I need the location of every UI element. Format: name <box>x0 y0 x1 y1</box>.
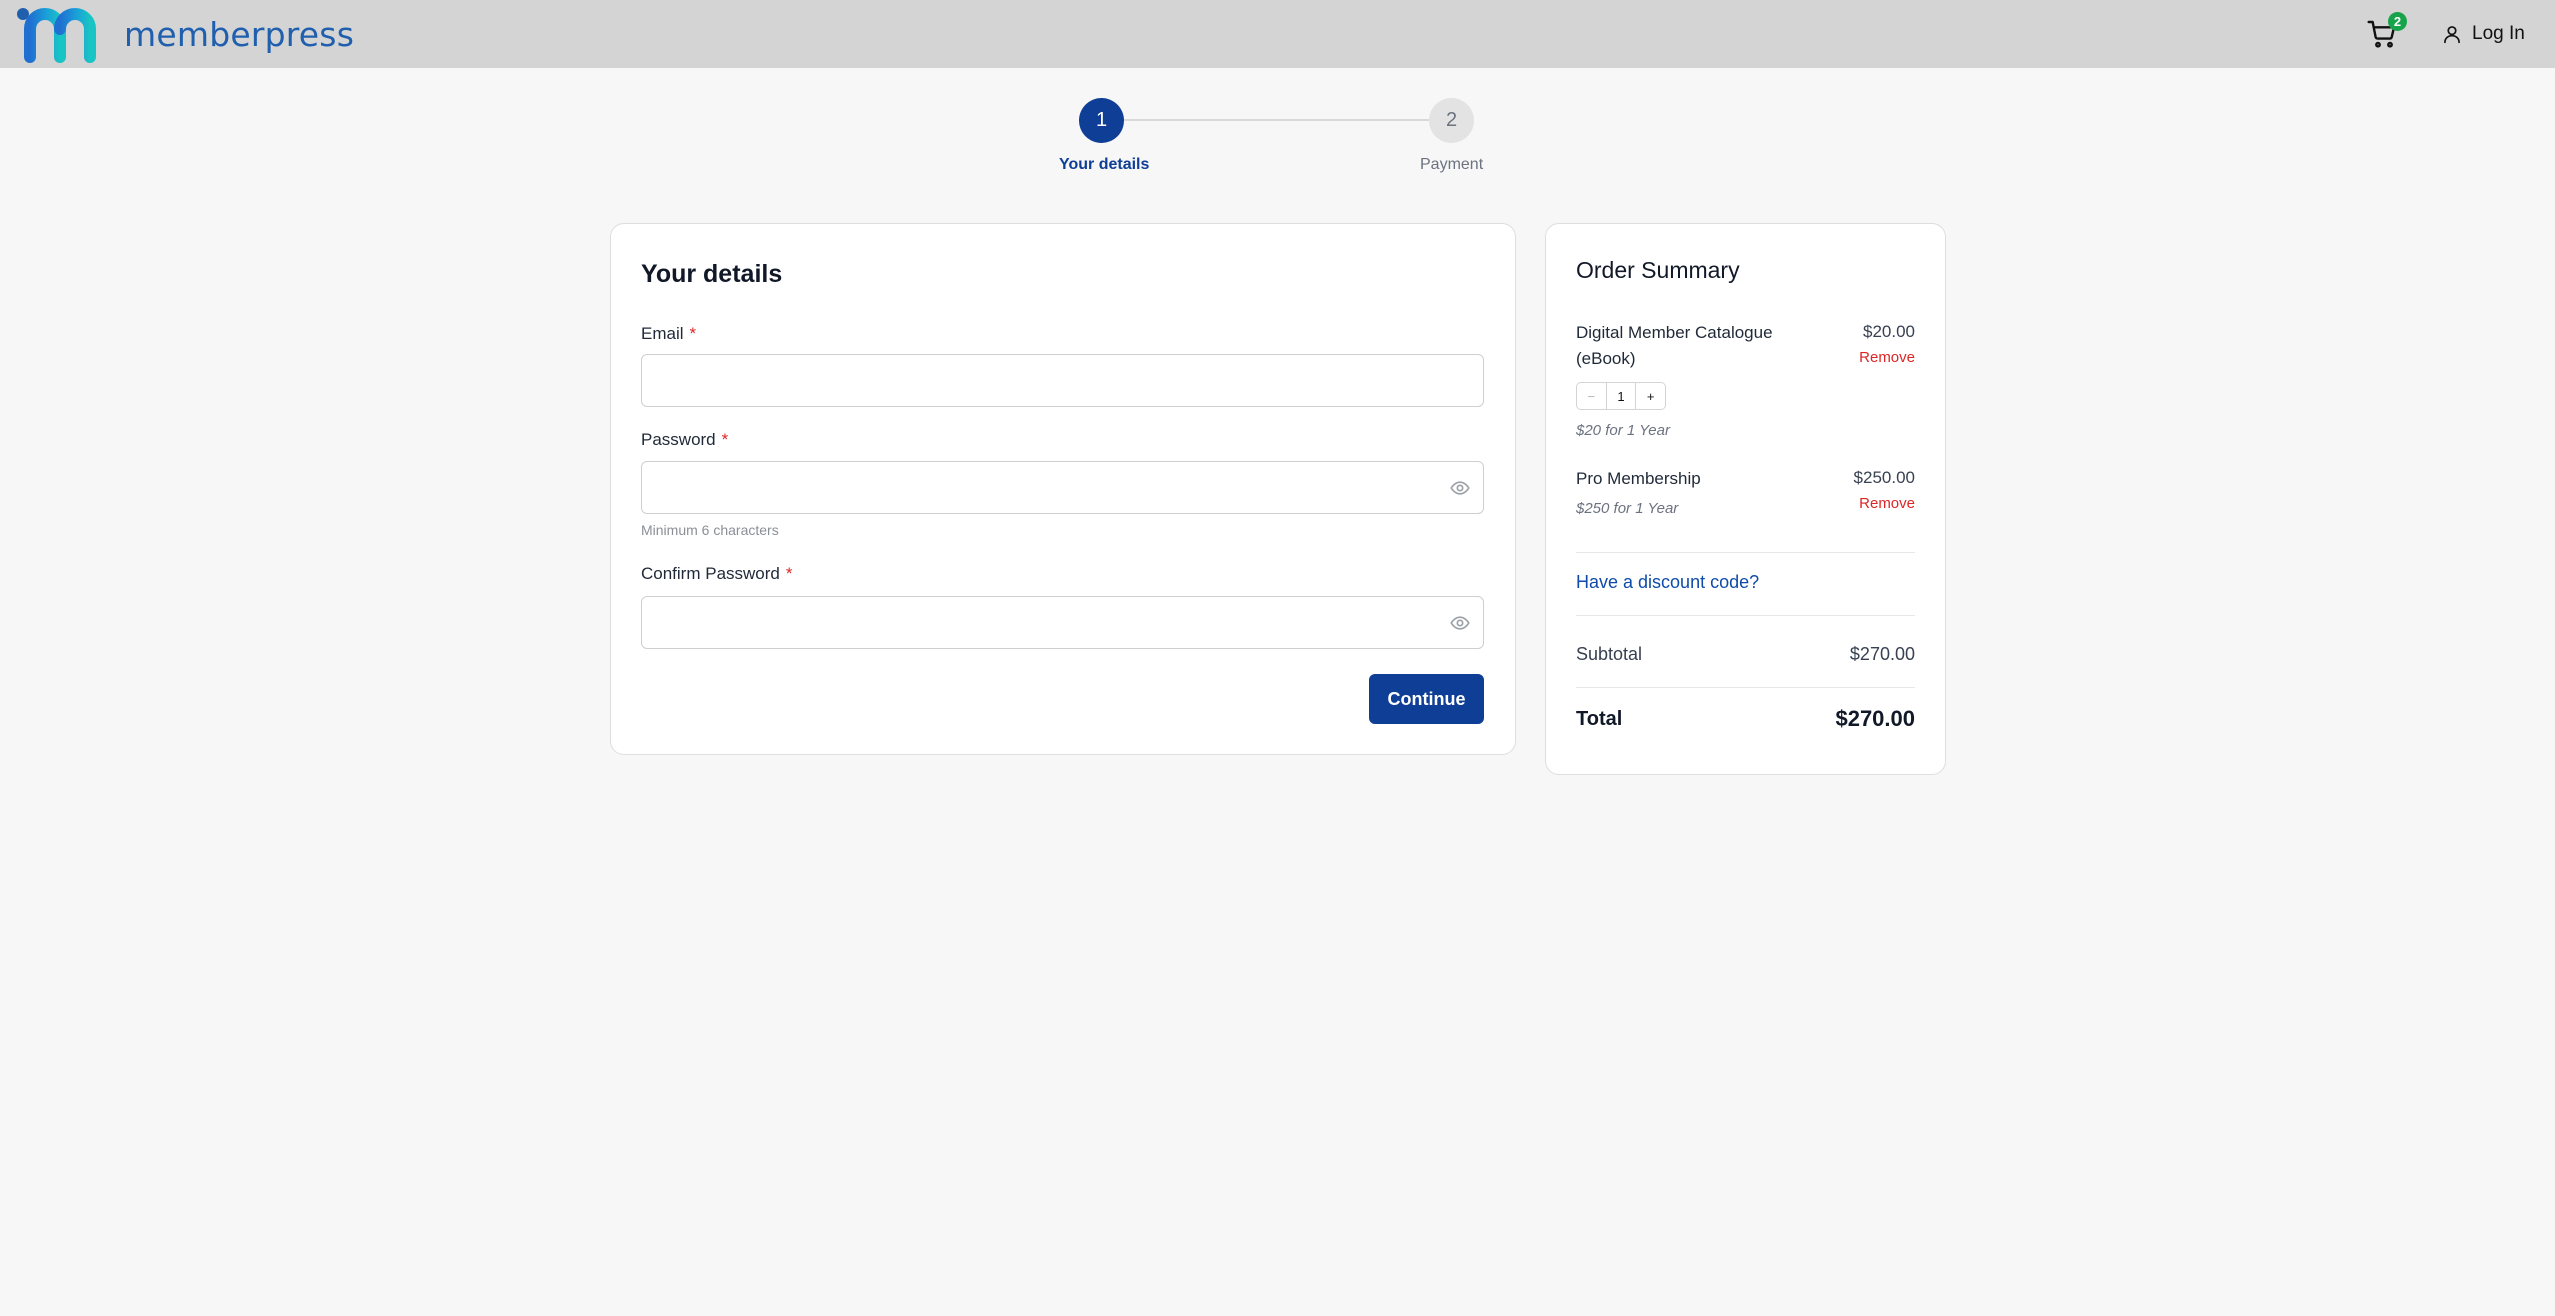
subtotal-value: $270.00 <box>1849 644 1915 664</box>
login-link[interactable]: Log In <box>2442 20 2525 48</box>
details-card: Your details Email * Password * Minimum 6 … <box>610 223 1516 755</box>
password-field-wrapper <box>641 461 1484 514</box>
confirm-password-field[interactable] <box>642 597 1483 648</box>
divider <box>1576 687 1915 688</box>
required-marker: * <box>721 430 729 449</box>
brand-name: memberpress <box>124 14 355 54</box>
required-marker: * <box>689 324 697 343</box>
remove-item-button[interactable]: Remove <box>1859 495 1915 512</box>
item-name: Digital Member Catalogue (eBook) <box>1576 323 1773 368</box>
quantity-decrease-button[interactable]: − <box>1577 383 1607 409</box>
user-icon <box>2444 26 2460 44</box>
login-label: Log In <box>2472 23 2525 44</box>
step-2-indicator: 2 <box>1429 98 1474 143</box>
step-1-indicator: 1 <box>1079 98 1124 143</box>
quantity-increase-button[interactable]: + <box>1635 383 1665 409</box>
details-title: Your details <box>641 260 783 288</box>
quantity-stepper: − 1 + <box>1576 382 1666 410</box>
order-summary-card: Order Summary Digital Member Catalogue (… <box>1545 223 1946 775</box>
total-label: Total <box>1576 708 1623 730</box>
total-value: $270.00 <box>1835 706 1915 731</box>
memberpress-logo-icon <box>17 8 96 63</box>
step-1-label: Your details <box>1059 156 1150 173</box>
email-field[interactable] <box>642 355 1483 406</box>
step-2-label: Payment <box>1420 156 1484 173</box>
confirm-password-label-text: Confirm Password <box>641 564 780 583</box>
discount-code-link[interactable]: Have a discount code? <box>1576 572 1759 593</box>
email-label: Email * <box>641 324 696 344</box>
confirm-password-field-wrapper <box>641 596 1484 649</box>
top-bar: memberpress 2 Log In <box>0 0 2555 68</box>
item-price: $20.00 <box>1863 322 1915 341</box>
eye-icon[interactable] <box>1449 613 1471 633</box>
password-label-text: Password <box>641 430 716 449</box>
divider <box>1576 552 1915 553</box>
password-field[interactable] <box>642 462 1483 513</box>
confirm-password-label: Confirm Password * <box>641 564 793 584</box>
continue-button[interactable]: Continue <box>1369 674 1484 724</box>
item-term: $250 for 1 Year <box>1576 500 1679 517</box>
brand-logo[interactable]: memberpress <box>16 5 354 63</box>
remove-item-button[interactable]: Remove <box>1859 349 1915 366</box>
item-term: $20 for 1 Year <box>1576 422 1670 439</box>
item-name: Pro Membership <box>1576 469 1701 488</box>
email-field-wrapper <box>641 354 1484 407</box>
stepper-connector <box>1124 119 1430 121</box>
subtotal-label: Subtotal <box>1576 644 1643 664</box>
cart-count-badge: 2 <box>2388 12 2407 31</box>
quantity-value: 1 <box>1617 388 1625 404</box>
eye-icon[interactable] <box>1449 478 1471 498</box>
order-summary-title: Order Summary <box>1576 257 1740 283</box>
required-marker: * <box>785 564 793 583</box>
cart-button[interactable]: 2 <box>2366 12 2407 56</box>
email-label-text: Email <box>641 324 684 343</box>
password-helper-text: Minimum 6 characters <box>641 522 779 538</box>
password-label: Password * <box>641 430 728 450</box>
item-price: $250.00 <box>1853 468 1915 487</box>
divider <box>1576 615 1915 616</box>
